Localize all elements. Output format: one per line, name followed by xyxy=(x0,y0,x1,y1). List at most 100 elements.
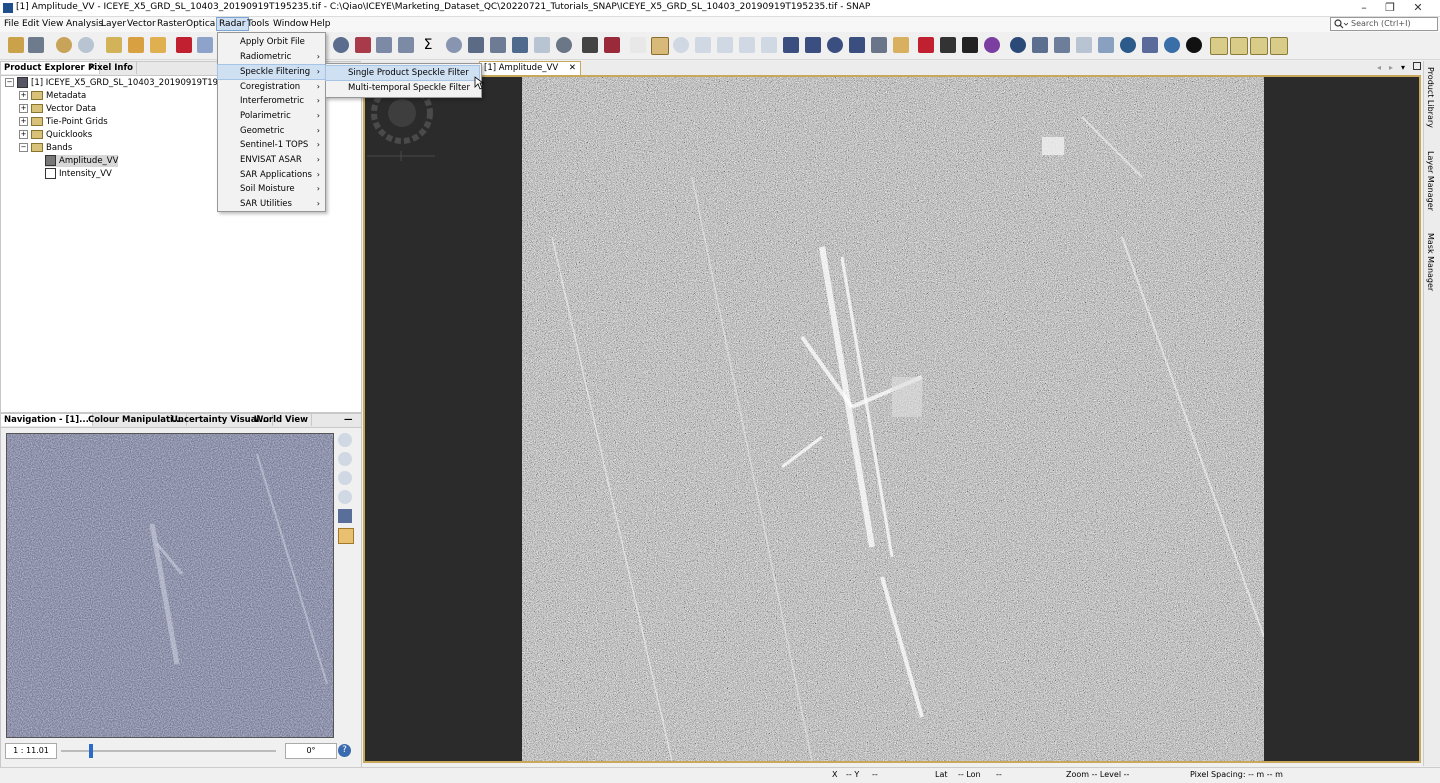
menu-item-sar-utilities[interactable]: SAR Utilities › xyxy=(218,197,325,211)
graticule-icon[interactable] xyxy=(490,37,506,53)
tree-node-bands[interactable]: − Bands xyxy=(19,142,72,154)
navigation-overview-image[interactable] xyxy=(6,433,334,738)
pixel-info-tool-icon[interactable] xyxy=(940,37,956,53)
tab-list-icon[interactable]: ▾ xyxy=(1401,63,1405,72)
maximize-view-icon[interactable] xyxy=(1413,62,1421,70)
menu-file[interactable]: File xyxy=(2,18,21,30)
tree-node-quicklooks[interactable]: + Quicklooks xyxy=(19,129,92,141)
key-tool-icon[interactable] xyxy=(1098,37,1114,53)
save-product-icon[interactable] xyxy=(28,37,44,53)
zoom-pixel-icon[interactable] xyxy=(338,471,352,485)
tree-node-tie-point-grids[interactable]: + Tie-Point Grids xyxy=(19,116,108,128)
sar-amplitude-image[interactable] xyxy=(522,77,1265,761)
zoom-in-icon[interactable] xyxy=(338,433,352,447)
rgb-image-icon[interactable] xyxy=(176,37,192,53)
band-maths-icon[interactable] xyxy=(106,37,122,53)
scroll-right-icon[interactable]: ▸ xyxy=(1389,63,1393,72)
polyline-drawing-icon[interactable] xyxy=(761,37,777,53)
help-icon[interactable]: ? xyxy=(338,744,351,757)
expand-icon[interactable]: + xyxy=(19,117,28,126)
tab-close-icon[interactable]: ✕ xyxy=(569,63,576,73)
product-library-tab[interactable]: Product Library xyxy=(1426,67,1435,128)
line-drawing-icon[interactable] xyxy=(739,37,755,53)
menu-item-sar-applications[interactable]: SAR Applications › xyxy=(218,168,325,182)
minimize-button[interactable]: – xyxy=(1352,1,1376,14)
tab-amplitude-vv[interactable]: [1] Amplitude_VV ✕ xyxy=(479,61,582,75)
menu-item-single-product-speckle-filter[interactable]: Single Product Speckle Filter xyxy=(325,65,480,81)
spectrum-tool-icon[interactable] xyxy=(984,37,1000,53)
bar-chart-icon[interactable] xyxy=(1142,37,1158,53)
eye-icon[interactable] xyxy=(1120,37,1136,53)
menu-edit[interactable]: Edit xyxy=(20,18,41,30)
zoom-all-icon[interactable] xyxy=(338,490,352,504)
sphere-icon[interactable] xyxy=(1186,37,1202,53)
menu-layer[interactable]: Layer xyxy=(99,18,128,30)
search-input[interactable]: Search (Ctrl+I) xyxy=(1330,17,1438,31)
menu-item-speckle-filtering[interactable]: Speckle Filtering › xyxy=(217,64,326,80)
menu-item-apply-orbit-file[interactable]: Apply Orbit File xyxy=(218,35,325,49)
star-tool-icon[interactable] xyxy=(918,37,934,53)
statistics-sigma-icon[interactable]: Σ xyxy=(420,37,436,53)
menu-item-soil-moisture[interactable]: Soil Moisture › xyxy=(218,182,325,196)
mask-manager-tab[interactable]: Mask Manager xyxy=(1426,233,1435,291)
menu-radar[interactable]: Radar xyxy=(216,17,249,31)
tile-grid-icon[interactable] xyxy=(1250,37,1268,55)
pan-tool-icon[interactable] xyxy=(651,37,669,55)
polygon-drawing-icon[interactable] xyxy=(805,37,821,53)
magic-wand-icon[interactable] xyxy=(871,37,887,53)
menu-item-interferometric[interactable]: Interferometric › xyxy=(218,94,325,108)
zoom-tool-icon[interactable] xyxy=(673,37,689,53)
menu-item-radiometric[interactable]: Radiometric › xyxy=(218,50,325,64)
earth-icon[interactable] xyxy=(1010,37,1026,53)
tree-band-amplitude-vv[interactable]: Amplitude_VV xyxy=(45,155,119,167)
batch-processing-icon[interactable] xyxy=(604,37,620,53)
profile-plot-icon[interactable] xyxy=(398,37,414,53)
menu-help[interactable]: Help xyxy=(308,18,333,30)
ellipse-drawing-icon[interactable] xyxy=(827,37,843,53)
histogram-icon[interactable] xyxy=(376,37,392,53)
restore-button[interactable]: ❐ xyxy=(1378,1,1402,14)
pin-manager-icon[interactable] xyxy=(556,37,572,53)
menu-tools[interactable]: Tools xyxy=(245,18,271,30)
zoom-slider-thumb[interactable] xyxy=(89,744,93,758)
tab-pixel-info[interactable]: Pixel Info xyxy=(85,62,138,74)
information-window-icon[interactable] xyxy=(355,37,371,53)
menu-item-sentinel-1-tops[interactable]: Sentinel-1 TOPS › xyxy=(218,138,325,152)
menu-optical[interactable]: Optical xyxy=(184,18,220,30)
binary-tool-icon[interactable] xyxy=(962,37,978,53)
menu-vector[interactable]: Vector xyxy=(125,18,158,30)
zoom-out-icon[interactable] xyxy=(338,452,352,466)
tile-single-icon[interactable] xyxy=(1270,37,1288,55)
menu-item-multi-temporal-speckle-filter[interactable]: Multi-temporal Speckle Filter xyxy=(326,81,479,95)
gcp-manager-icon[interactable] xyxy=(534,37,550,53)
mask-area-icon[interactable] xyxy=(446,37,462,53)
tree-product-node[interactable]: − [1] ICEYE_X5_GRD_SL_10403_20190919T1952… xyxy=(5,77,251,89)
scale-field[interactable]: 1 : 11.01 xyxy=(5,743,57,759)
expand-icon[interactable]: + xyxy=(19,130,28,139)
world-map-icon[interactable] xyxy=(512,37,528,53)
tree-node-metadata[interactable]: + Metadata xyxy=(19,90,86,102)
globe-icon[interactable] xyxy=(1164,37,1180,53)
filtered-band-icon[interactable] xyxy=(128,37,144,53)
menu-item-envisat-asar[interactable]: ENVISAT ASAR › xyxy=(218,153,325,167)
pin-placing-icon[interactable] xyxy=(695,37,711,53)
menu-window[interactable]: Window xyxy=(271,18,311,30)
collapse-icon[interactable]: − xyxy=(5,78,14,87)
minimize-panel-button[interactable]: — xyxy=(341,414,356,426)
menu-item-coregistration[interactable]: Coregistration › xyxy=(218,80,325,94)
select-tool-icon[interactable] xyxy=(630,37,646,53)
layers-tool-icon[interactable] xyxy=(1032,37,1048,53)
sync-views-icon[interactable] xyxy=(338,509,352,523)
gcp-placing-icon[interactable] xyxy=(717,37,733,53)
tab-navigation[interactable]: Navigation - [1]... xyxy=(1,414,93,426)
stack-tool-icon[interactable] xyxy=(1054,37,1070,53)
collapse-icon[interactable]: − xyxy=(19,143,28,152)
gcp-tool-icon[interactable] xyxy=(1076,37,1092,53)
menu-item-geometric[interactable]: Geometric › xyxy=(218,124,325,138)
export-icon[interactable] xyxy=(197,37,213,53)
expand-icon[interactable]: + xyxy=(19,91,28,100)
layer-manager-tab[interactable]: Layer Manager xyxy=(1426,151,1435,211)
brush-icon[interactable] xyxy=(893,37,909,53)
range-finder-icon[interactable] xyxy=(849,37,865,53)
time-series-icon[interactable] xyxy=(468,37,484,53)
